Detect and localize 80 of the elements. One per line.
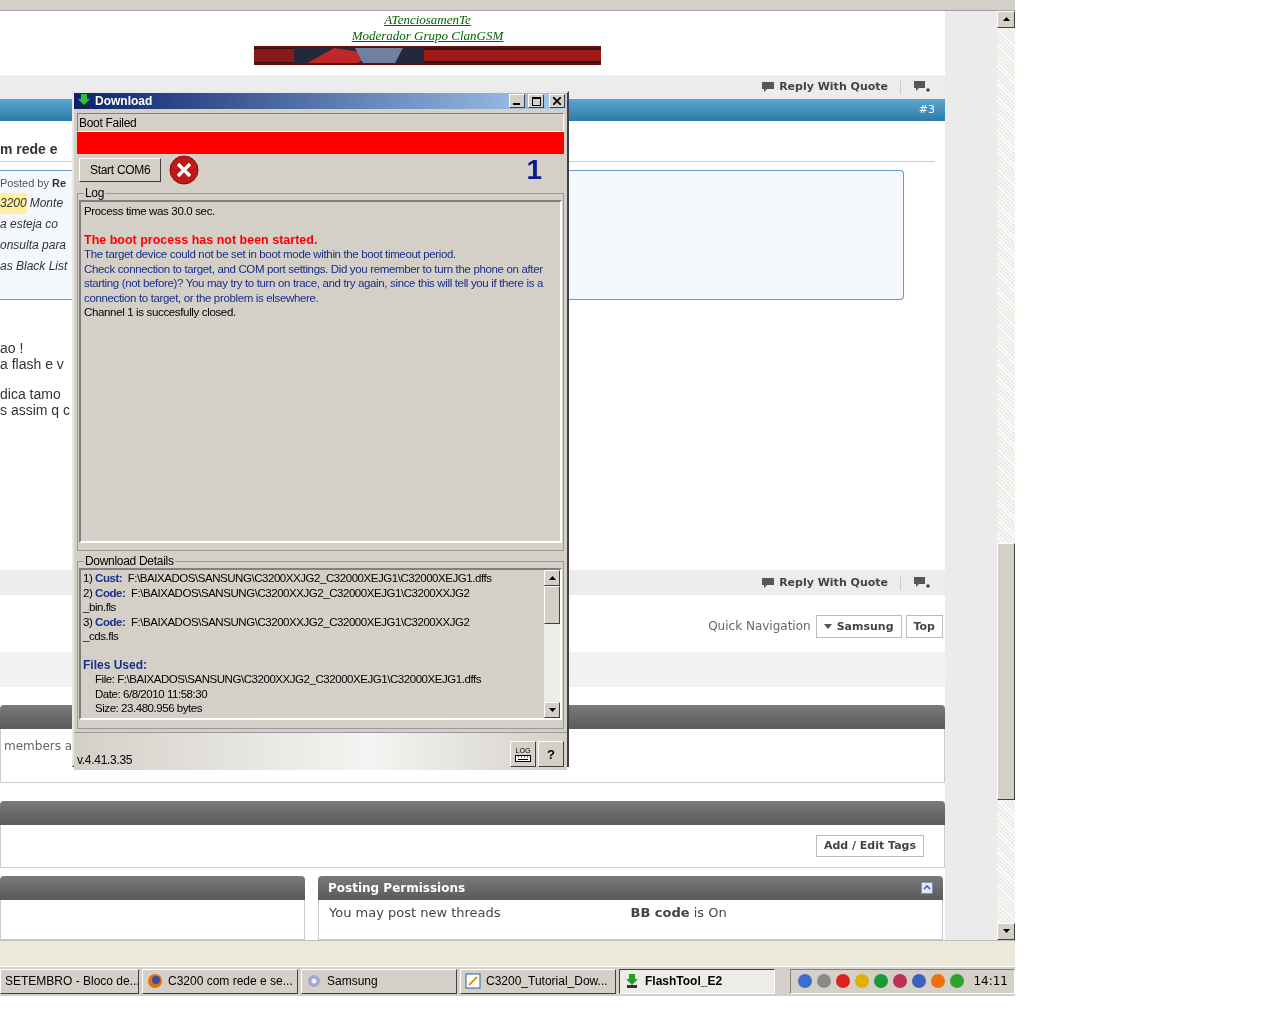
error-icon — [169, 155, 200, 185]
file-entry-continued: _bin.fls — [83, 600, 117, 615]
log-text: The boot process has not been started. — [84, 232, 319, 247]
up-arrow-icon — [1002, 17, 1010, 22]
start-button[interactable]: Start COM6 — [79, 158, 162, 182]
permission-text: BB code is On — [630, 904, 728, 920]
log-label: Log — [84, 186, 106, 200]
quote-text: Monte — [29, 194, 64, 212]
taskbar-button[interactable]: SETEMBRO - Bloco de... — [0, 968, 139, 994]
quote-text: onsulta para — [0, 236, 67, 254]
online-members-text: members a — [4, 738, 73, 753]
signature-text: ATenciosamenTe — [384, 11, 471, 28]
scroll-down-button[interactable] — [544, 702, 560, 718]
permission-text: You may post new threads — [329, 904, 502, 920]
file-entry: 1) Cust: F:\BAIXADOS\SANSUNG\C3200XXJG2_C32000XEJG1\C32000XEJG1.dffs — [83, 571, 493, 586]
log-text: Check connection to target, and COM port settings. Did you remember to turn the phone on after starting (not before)? You may try to turn on trace, and try again, since this will tell you if there is a connection to target, or the problem is elsewhere. — [84, 261, 545, 305]
quote-bubble-icon — [761, 80, 776, 93]
tray-icon[interactable] — [835, 973, 852, 990]
scroll-up-button[interactable] — [544, 570, 560, 586]
document-icon — [465, 973, 481, 990]
maximize-icon — [531, 96, 541, 106]
reply-with-quote-button[interactable]: Reply With Quote — [761, 576, 888, 590]
quick-navigation-label: Quick Navigation — [708, 619, 811, 634]
scroll-thumb[interactable] — [544, 586, 560, 624]
reply-with-quote-button[interactable]: Reply With Quote — [761, 80, 888, 94]
taskbar-button[interactable]: Samsung — [301, 968, 457, 994]
tray-icon[interactable] — [797, 973, 814, 990]
maximize-button[interactable] — [528, 94, 544, 108]
log-text: The target device could not be set in boot mode within the boot timeout period. — [84, 247, 457, 262]
down-arrow-icon — [1002, 929, 1010, 934]
minimize-button[interactable] — [509, 94, 525, 108]
globe-icon — [147, 973, 163, 990]
scrollbar[interactable] — [544, 570, 560, 718]
multi-quote-icon[interactable] — [913, 575, 931, 590]
signature-text: Moderador Grupo ClanGSM — [351, 27, 504, 44]
post-number: #3 — [918, 103, 935, 117]
quote-text: a esteja co — [0, 215, 59, 233]
quote-text: as Black List — [0, 257, 68, 275]
version-text: v.4.41.3.35 — [77, 753, 134, 767]
post-text: s assim q c — [0, 401, 71, 418]
file-info: Size: 23.480.956 bytes — [94, 701, 204, 716]
keyboard-icon — [515, 754, 531, 762]
scrollbar[interactable] — [997, 10, 1015, 940]
caret-icon — [823, 623, 832, 629]
file-entry: 3) Code: F:\BAIXADOS\SANSUNG\C3200XXJG2_C32000XEJG1\C3200XXJG2 — [83, 614, 471, 629]
quote-bubble-icon — [761, 576, 776, 589]
file-info: Date: 6/8/2010 11:58:30 — [94, 686, 209, 701]
top-button[interactable]: Top — [905, 614, 943, 638]
edit-tags-button[interactable]: Add / Edit Tags — [815, 834, 924, 857]
taskbar-button[interactable]: FlashTool_E2 — [619, 968, 775, 994]
help-button[interactable]: ? — [538, 741, 564, 767]
file-entry: 2) Code: F:\BAIXADOS\SANSUNG\C3200XXJG2_C32000XEJG1\C3200XXJG2 — [83, 585, 471, 600]
file-info: File: F:\BAIXADOS\SANSUNG\C3200XXJG2_C32000XEJG1\C32000XEJG1.dffs — [94, 672, 482, 687]
close-icon — [553, 97, 561, 105]
clock: 14:11 — [973, 974, 1008, 989]
posting-permissions-title: Posting Permissions — [328, 880, 466, 895]
details-label: Download Details — [84, 554, 175, 568]
files-used-title: Files Used: — [83, 657, 149, 672]
scroll-thumb[interactable] — [997, 542, 1015, 800]
tray-icon[interactable] — [892, 973, 909, 990]
taskbar-button[interactable]: C3200 com rede e se... — [142, 968, 298, 994]
taskbar-button[interactable]: C3200_Tutorial_Dow... — [460, 968, 616, 994]
tray-icon[interactable] — [911, 973, 928, 990]
post-text: dica tamo — [0, 385, 62, 402]
author-name: Re — [52, 176, 67, 189]
close-button[interactable] — [549, 94, 565, 108]
post-text: a flash e v — [0, 355, 65, 372]
log-text: Process time was 30.0 sec. — [84, 204, 216, 219]
post-text: ao ! — [0, 339, 25, 356]
status-text: Boot Failed — [77, 113, 564, 132]
down-arrow-icon — [548, 708, 556, 712]
window-title: Download — [95, 94, 154, 108]
collapse-icon[interactable] — [921, 881, 933, 894]
multi-quote-icon[interactable] — [913, 79, 931, 94]
highlighted-text: 3200 — [0, 192, 27, 214]
file-entry-continued: _cds.fls — [83, 629, 120, 644]
forum-menu-button[interactable]: Samsung — [815, 614, 902, 638]
up-arrow-icon — [548, 576, 556, 580]
log-text: Channel 1 is succesfully closed. — [84, 305, 237, 320]
posted-by-label: Posted by — [0, 176, 49, 189]
